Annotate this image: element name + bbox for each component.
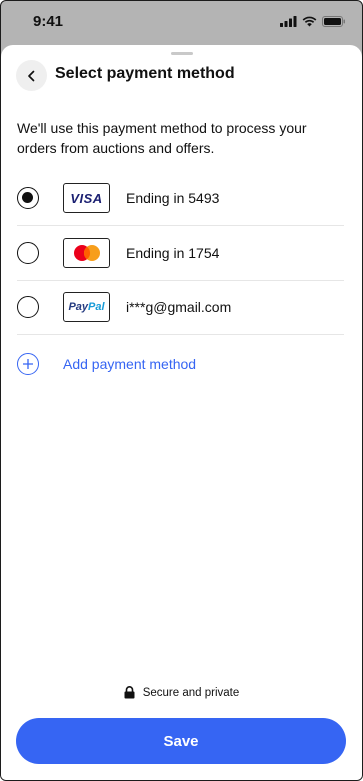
signal-icon xyxy=(280,16,297,27)
paypal-logo: PayPal xyxy=(63,292,110,322)
phone-frame: 9:41 Select payment method We'll use thi… xyxy=(0,0,363,781)
payment-method-label: Ending in 1754 xyxy=(126,245,220,261)
payment-method-label: Ending in 5493 xyxy=(126,190,220,206)
mastercard-icon xyxy=(73,245,100,261)
status-time: 9:41 xyxy=(33,13,64,30)
wifi-icon xyxy=(302,16,317,27)
secure-notice: Secure and private xyxy=(1,686,362,699)
plus-circle-icon xyxy=(17,353,39,375)
payment-method-visa[interactable]: VISA Ending in 5493 xyxy=(17,172,344,226)
radio-button[interactable] xyxy=(17,296,39,318)
back-button[interactable] xyxy=(16,60,47,91)
status-icons xyxy=(280,16,346,27)
payment-method-label: i***g@gmail.com xyxy=(126,299,232,315)
bottom-sheet: Select payment method We'll use this pay… xyxy=(1,45,362,780)
radio-button[interactable] xyxy=(17,242,39,264)
payment-method-mastercard[interactable]: Ending in 1754 xyxy=(17,227,344,281)
paypal-logo-text: PayPal xyxy=(68,301,105,313)
sheet-grabber[interactable] xyxy=(171,52,193,55)
description-text: We'll use this payment method to process… xyxy=(17,120,307,156)
battery-icon xyxy=(322,16,345,27)
save-button[interactable]: Save xyxy=(16,718,346,764)
secure-text: Secure and private xyxy=(142,686,240,699)
radio-button-selected[interactable] xyxy=(17,187,39,209)
back-arrow-icon xyxy=(27,70,34,81)
mastercard-logo xyxy=(63,238,110,268)
page-title: Select payment method xyxy=(55,65,235,82)
lock-icon xyxy=(124,686,135,699)
add-payment-method-label: Add payment method xyxy=(63,356,197,372)
payment-method-paypal[interactable]: PayPal i***g@gmail.com xyxy=(17,281,344,335)
status-bar: 9:41 xyxy=(1,1,362,45)
visa-logo: VISA xyxy=(63,183,110,213)
visa-logo-text: VISA xyxy=(70,190,103,206)
add-payment-method-button[interactable]: Add payment method xyxy=(17,349,277,379)
